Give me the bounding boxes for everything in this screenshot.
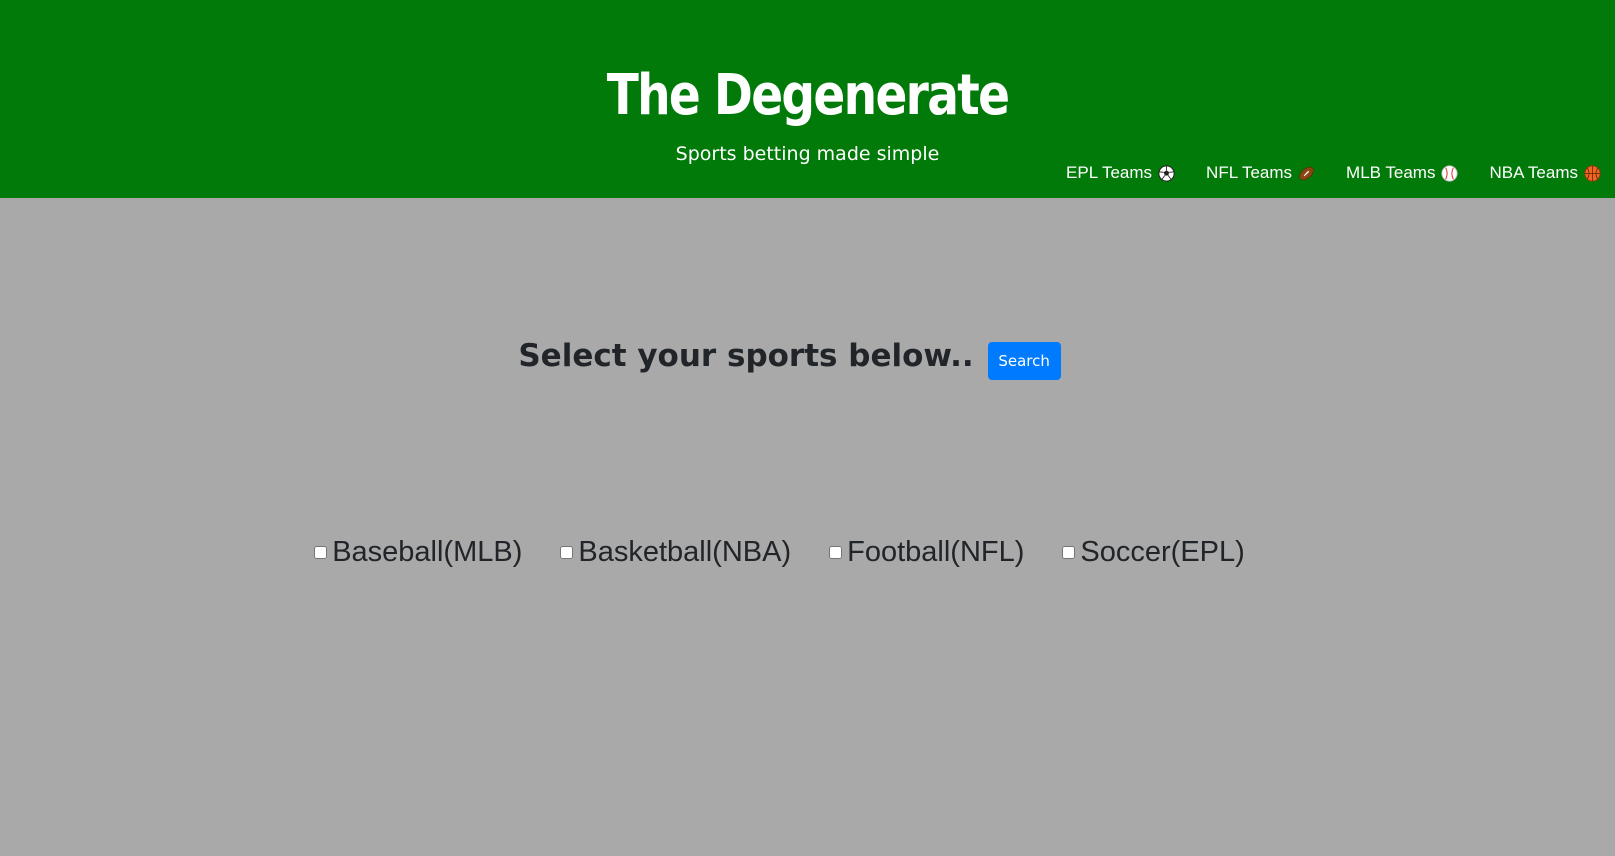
sport-select-header: Select your sports below.. Search: [0, 334, 1615, 380]
sport-option-football[interactable]: Football(NFL): [829, 532, 1024, 572]
soccer-checkbox[interactable]: [1062, 545, 1076, 559]
site-header: The Degenerate Sports betting made simpl…: [0, 0, 1615, 198]
baseball-checkbox[interactable]: [314, 545, 328, 559]
football-icon: [1299, 166, 1314, 180]
nav-link-epl-teams[interactable]: EPL Teams: [1066, 160, 1175, 186]
nav-link-nfl-teams[interactable]: NFL Teams: [1206, 160, 1315, 186]
sport-option-soccer[interactable]: Soccer(EPL): [1062, 532, 1245, 572]
sport-option-label: Basketball(NBA): [578, 536, 792, 568]
sport-option-basketball[interactable]: Basketball(NBA): [560, 532, 791, 572]
basketball-checkbox[interactable]: [560, 545, 574, 559]
nav-link-label: EPL Teams: [1066, 163, 1153, 182]
nav-link-label: MLB Teams: [1346, 163, 1436, 182]
nav-bar: EPL Teams NFL Teams MLB Teams NBA Teams: [1066, 160, 1601, 186]
nav-link-nba-teams[interactable]: NBA Teams: [1489, 160, 1601, 186]
sport-option-label: Baseball(MLB): [332, 536, 523, 568]
sport-option-label: Soccer(EPL): [1080, 536, 1245, 568]
football-checkbox[interactable]: [829, 545, 843, 559]
sport-option-baseball[interactable]: Baseball(MLB): [314, 532, 522, 572]
basketball-icon: [1584, 164, 1601, 182]
search-button[interactable]: Search: [987, 342, 1061, 380]
sport-option-label: Football(NFL): [847, 536, 1025, 568]
nav-link-label: NBA Teams: [1489, 163, 1578, 182]
site-title: The Degenerate: [606, 63, 1010, 128]
soccer-ball-icon: [1158, 164, 1175, 182]
nav-link-label: NFL Teams: [1206, 163, 1293, 182]
nav-link-mlb-teams[interactable]: MLB Teams: [1346, 160, 1459, 186]
sports-checkbox-list: Baseball(MLB) Basketball(NBA) Football(N…: [0, 532, 1587, 572]
select-heading: Select your sports below..: [518, 338, 974, 374]
baseball-icon: [1441, 164, 1459, 182]
